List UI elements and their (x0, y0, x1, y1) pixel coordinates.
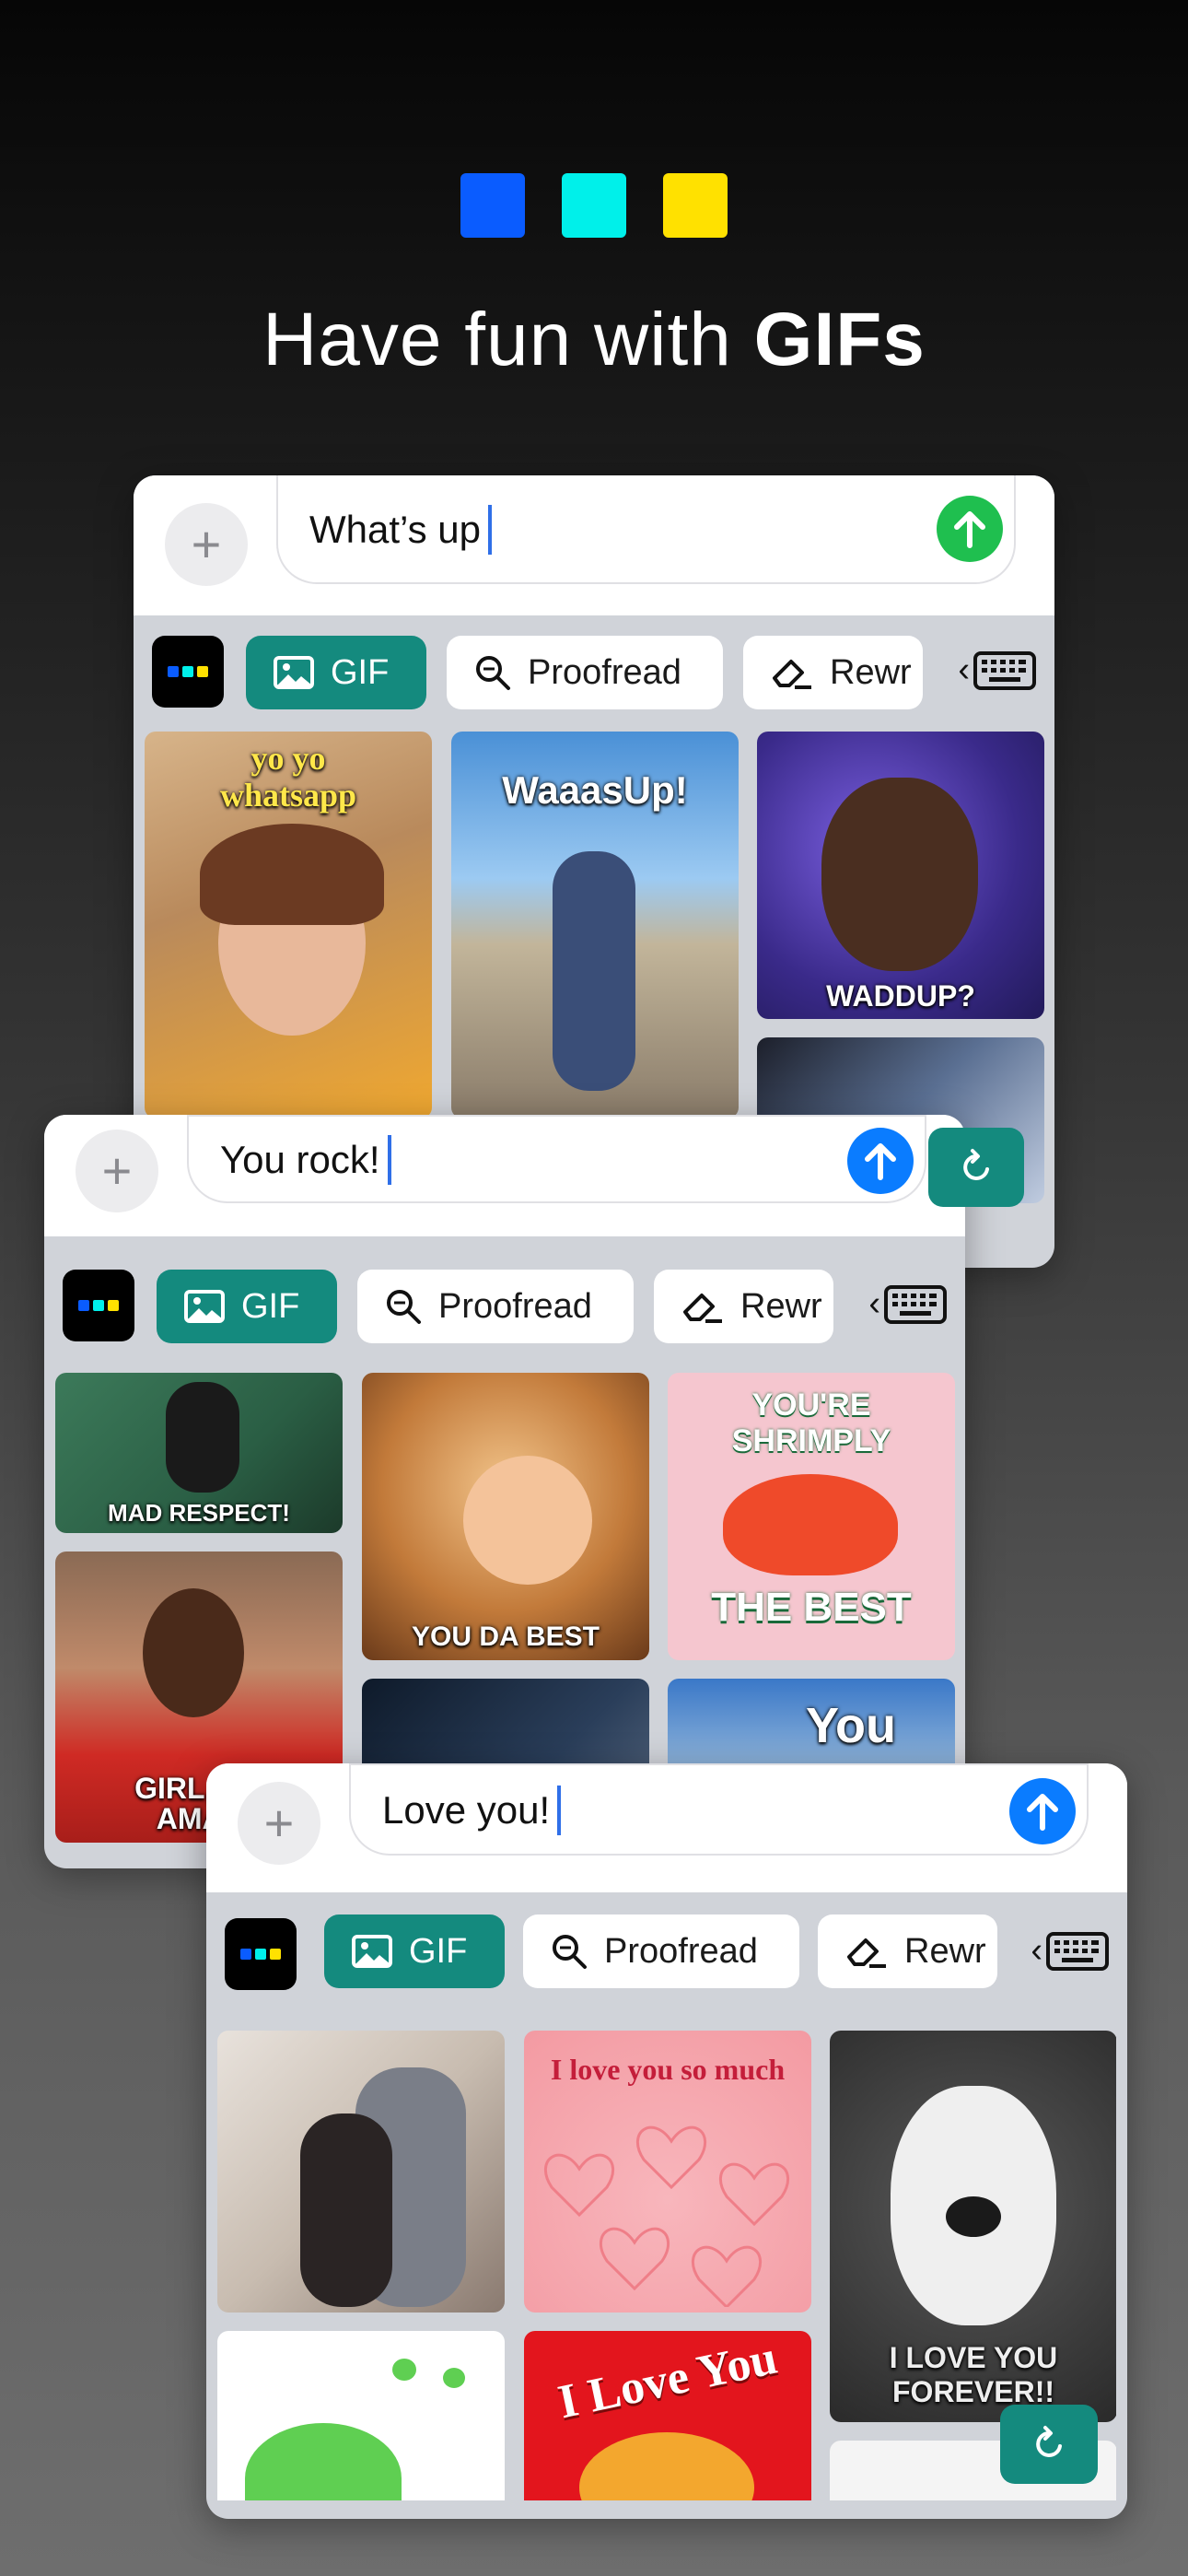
refresh-button[interactable] (1000, 2405, 1098, 2484)
gif-grid: I love you so much I Love You I LOVE YOU… (217, 2031, 1116, 2500)
gif-result[interactable]: YOU DA BEST (362, 1373, 649, 1660)
rewrite-tab[interactable]: Rewr (654, 1270, 833, 1343)
keyboard-toggle-button[interactable]: ‹ (958, 650, 1036, 690)
text-caret (488, 505, 492, 555)
gif-result[interactable]: WADDUP? (757, 732, 1044, 1019)
text-caret (387, 1135, 391, 1185)
gif-result[interactable] (217, 2031, 505, 2313)
headline-bold: GIFs (753, 298, 926, 381)
app-logo-icon[interactable] (152, 636, 224, 708)
message-text: Love you! (382, 1786, 562, 1835)
message-text: What’s up (309, 505, 492, 555)
hearts-pattern-icon (544, 2125, 789, 2307)
add-attachment-button[interactable]: + (76, 1130, 158, 1212)
keyboard-toggle-button[interactable]: ‹ (868, 1284, 947, 1324)
gif-result[interactable]: I LOVE YOU FOREVER!! (830, 2031, 1116, 2422)
rewrite-tab[interactable]: Rewr (818, 1914, 997, 1988)
eraser-icon (847, 1938, 886, 1968)
search-icon (553, 1935, 587, 1969)
gif-tab[interactable]: GIF (324, 1914, 505, 1988)
refresh-button[interactable] (928, 1128, 1024, 1207)
message-field[interactable]: You rock! (187, 1115, 926, 1203)
yellow-swatch (663, 173, 728, 238)
chevron-left-icon: ‹ (868, 1284, 880, 1323)
keyboard-icon (1046, 1931, 1109, 1971)
message-field[interactable]: What’s up (276, 475, 1016, 584)
composer: + You rock! (44, 1115, 965, 1236)
gif-result[interactable]: I love you so much (524, 2031, 811, 2313)
keyboard-toolbar: GIF Proofread Rewr ‹ (134, 615, 1054, 732)
cyan-swatch (562, 173, 626, 238)
send-button[interactable] (937, 496, 1003, 562)
gif-result[interactable]: YOU'RE SHRIMPLY THE BEST (668, 1373, 955, 1660)
keyboard-toolbar: GIF Proofread Rewr ‹ (206, 1892, 1127, 2031)
app-logo-icon[interactable] (63, 1270, 134, 1341)
add-attachment-button[interactable]: + (238, 1782, 320, 1865)
proofread-tab[interactable]: Proofread (447, 636, 723, 709)
app-logo-icon[interactable] (225, 1918, 297, 1990)
rewrite-tab[interactable]: Rewr (743, 636, 923, 709)
color-swatches (0, 173, 1188, 238)
text-caret (557, 1786, 562, 1835)
chevron-left-icon: ‹ (1031, 1931, 1042, 1970)
gif-result[interactable]: yo yo whatsapp (145, 732, 432, 1118)
eraser-icon (683, 1294, 722, 1323)
blue-swatch (460, 173, 525, 238)
headline-regular: Have fun with (262, 298, 754, 381)
arrow-up-icon (954, 511, 985, 548)
gif-result[interactable]: I Love You (524, 2331, 811, 2500)
proofread-tab[interactable]: Proofread (357, 1270, 634, 1343)
keyboard-card-2: + You rock! GIF Proofread Rewr ‹ MAD RES… (44, 1115, 965, 1868)
keyboard-toggle-button[interactable]: ‹ (1031, 1931, 1109, 1971)
search-icon (387, 1290, 421, 1324)
eraser-icon (773, 660, 811, 689)
keyboard-card-3: + Love you! GIF Proofread Rewr ‹ I love … (206, 1763, 1127, 2519)
message-field[interactable]: Love you! (349, 1763, 1089, 1856)
gif-result[interactable]: WaaasUp! (451, 732, 739, 1118)
arrow-up-icon (1027, 1794, 1058, 1831)
refresh-icon (963, 1149, 989, 1180)
arrow-up-icon (865, 1143, 896, 1180)
headline: Have fun with GIFs (0, 297, 1188, 383)
refresh-icon (1036, 2426, 1062, 2457)
image-icon (274, 656, 314, 689)
gif-result[interactable] (217, 2331, 505, 2500)
gif-result[interactable]: MAD RESPECT! (55, 1373, 343, 1533)
gif-tab[interactable]: GIF (246, 636, 426, 709)
image-icon (184, 1290, 225, 1323)
proofread-tab[interactable]: Proofread (523, 1914, 799, 1988)
gif-tab[interactable]: GIF (157, 1270, 337, 1343)
message-text: You rock! (220, 1135, 391, 1185)
keyboard-icon (973, 650, 1036, 690)
image-icon (352, 1935, 392, 1968)
chevron-left-icon: ‹ (958, 650, 970, 689)
keyboard-toolbar: GIF Proofread Rewr ‹ (44, 1236, 965, 1375)
add-attachment-button[interactable]: + (165, 503, 248, 586)
send-button[interactable] (1009, 1778, 1076, 1844)
composer: + Love you! (206, 1763, 1127, 1892)
composer: + What’s up (134, 475, 1054, 615)
send-button[interactable] (847, 1128, 914, 1194)
keyboard-icon (884, 1284, 947, 1324)
search-icon (476, 656, 510, 690)
